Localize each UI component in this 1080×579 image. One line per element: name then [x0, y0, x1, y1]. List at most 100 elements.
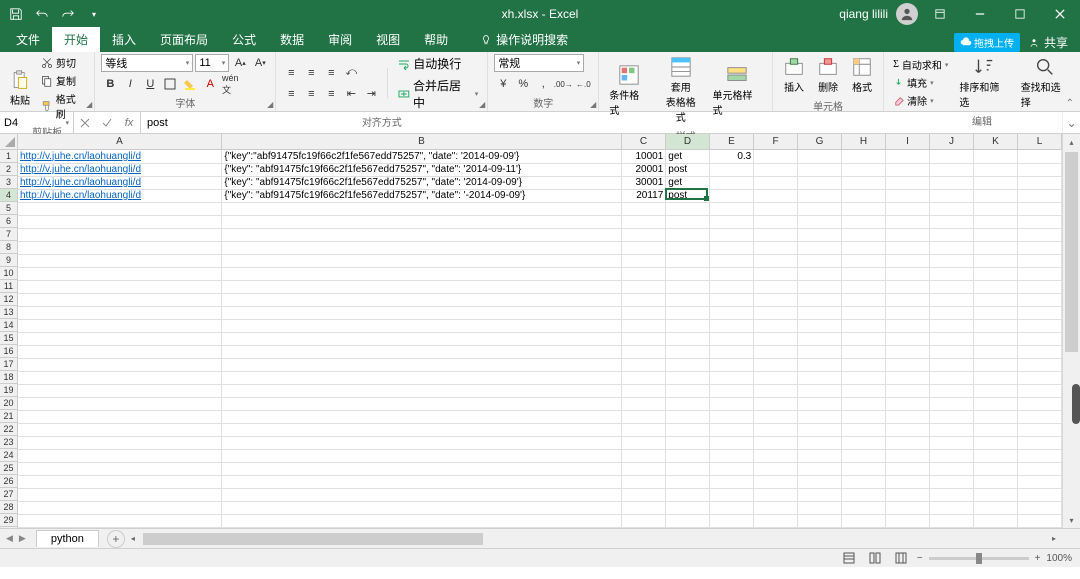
cell-L27[interactable]	[1017, 488, 1061, 501]
cell-I7[interactable]	[886, 228, 930, 241]
cell-K3[interactable]	[974, 176, 1018, 189]
cell-G27[interactable]	[798, 488, 842, 501]
cell-E8[interactable]	[710, 241, 754, 254]
cell-C11[interactable]	[622, 280, 666, 293]
cell-C27[interactable]	[622, 488, 666, 501]
orientation-icon[interactable]: ⤺	[342, 64, 360, 82]
cell-H2[interactable]	[842, 163, 886, 176]
maximize-icon[interactable]	[1002, 0, 1038, 28]
cell-B11[interactable]	[222, 280, 622, 293]
cell-D19[interactable]	[666, 384, 710, 397]
cell-G9[interactable]	[798, 254, 842, 267]
cell-A7[interactable]	[18, 228, 222, 241]
cell-H27[interactable]	[842, 488, 886, 501]
increase-indent-icon[interactable]: ⇥	[362, 85, 380, 103]
cell-J16[interactable]	[930, 345, 974, 358]
row-header-3[interactable]: 3	[0, 176, 17, 189]
cell-H22[interactable]	[842, 423, 886, 436]
cell-A28[interactable]	[18, 501, 222, 514]
cell-F26[interactable]	[754, 475, 798, 488]
page-break-view-icon[interactable]	[891, 550, 911, 566]
cell-H9[interactable]	[842, 254, 886, 267]
cell-H5[interactable]	[842, 202, 886, 215]
cell-C8[interactable]	[622, 241, 666, 254]
close-icon[interactable]	[1042, 0, 1078, 28]
decrease-decimal-icon[interactable]: ←.0	[574, 75, 592, 93]
cell-G5[interactable]	[798, 202, 842, 215]
col-header-J[interactable]: J	[930, 134, 974, 149]
cell-L15[interactable]	[1017, 332, 1061, 345]
cell-A10[interactable]	[18, 267, 222, 280]
cell-G28[interactable]	[798, 501, 842, 514]
cell-D21[interactable]	[666, 410, 710, 423]
cell-I28[interactable]	[886, 501, 930, 514]
cell-L13[interactable]	[1017, 306, 1061, 319]
cell-I1[interactable]	[886, 150, 930, 163]
cell-C22[interactable]	[622, 423, 666, 436]
cell-C21[interactable]	[622, 410, 666, 423]
cell-G24[interactable]	[798, 449, 842, 462]
cell-B13[interactable]	[222, 306, 622, 319]
percent-icon[interactable]: %	[514, 75, 532, 93]
cell-E27[interactable]	[710, 488, 754, 501]
cell-C24[interactable]	[622, 449, 666, 462]
col-header-B[interactable]: B	[222, 134, 622, 149]
cell-F6[interactable]	[754, 215, 798, 228]
cell-C17[interactable]	[622, 358, 666, 371]
cell-D2[interactable]: post	[666, 163, 710, 176]
cell-A6[interactable]	[18, 215, 222, 228]
cell-K22[interactable]	[974, 423, 1018, 436]
cell-A18[interactable]	[18, 371, 222, 384]
row-header-4[interactable]: 4	[0, 189, 17, 202]
cell-I21[interactable]	[886, 410, 930, 423]
cell-D1[interactable]: get	[666, 150, 710, 163]
format-as-table-button[interactable]: 套用 表格格式	[657, 54, 705, 126]
cell-C14[interactable]	[622, 319, 666, 332]
cell-J9[interactable]	[930, 254, 974, 267]
cell-G10[interactable]	[798, 267, 842, 280]
cell-C18[interactable]	[622, 371, 666, 384]
upload-badge[interactable]: 拖拽上传	[954, 33, 1020, 52]
cell-E6[interactable]	[710, 215, 754, 228]
cell-G1[interactable]	[798, 150, 842, 163]
zoom-out-icon[interactable]: −	[917, 553, 923, 564]
select-all-corner[interactable]	[0, 134, 18, 150]
cell-K28[interactable]	[974, 501, 1018, 514]
tab-review[interactable]: 审阅	[316, 27, 364, 52]
row-header-15[interactable]: 15	[0, 332, 17, 345]
cell-J25[interactable]	[930, 462, 974, 475]
vscroll-thumb[interactable]	[1065, 152, 1078, 352]
cell-E28[interactable]	[710, 501, 754, 514]
cell-G13[interactable]	[798, 306, 842, 319]
tab-home[interactable]: 开始	[52, 27, 100, 52]
cell-B2[interactable]: {"key": "abf91475fc19f66c2f1fe567edd7525…	[222, 163, 622, 176]
underline-button[interactable]: U	[141, 75, 159, 93]
tab-page-layout[interactable]: 页面布局	[148, 27, 220, 52]
cell-C23[interactable]	[622, 436, 666, 449]
bold-button[interactable]: B	[101, 75, 119, 93]
cell-A1[interactable]: http://v.juhe.cn/laohuangli/d	[18, 150, 222, 163]
cell-K9[interactable]	[974, 254, 1018, 267]
cell-H18[interactable]	[842, 371, 886, 384]
scroll-up-icon[interactable]: ▴	[1063, 134, 1080, 150]
sheet-nav[interactable]: ◀▶	[0, 533, 32, 544]
page-layout-view-icon[interactable]	[865, 550, 885, 566]
cell-F27[interactable]	[754, 488, 798, 501]
format-painter-button[interactable]: 格式刷	[38, 90, 88, 122]
cell-F24[interactable]	[754, 449, 798, 462]
cell-H23[interactable]	[842, 436, 886, 449]
cell-K21[interactable]	[974, 410, 1018, 423]
cell-H8[interactable]	[842, 241, 886, 254]
cell-D14[interactable]	[666, 319, 710, 332]
cell-D24[interactable]	[666, 449, 710, 462]
cell-E7[interactable]	[710, 228, 754, 241]
row-header-29[interactable]: 29	[0, 514, 17, 527]
cell-A15[interactable]	[18, 332, 222, 345]
zoom-in-icon[interactable]: +	[1035, 553, 1041, 564]
zoom-slider[interactable]	[929, 557, 1029, 560]
cell-F29[interactable]	[754, 514, 798, 527]
cell-F12[interactable]	[754, 293, 798, 306]
cell-F20[interactable]	[754, 397, 798, 410]
cell-C19[interactable]	[622, 384, 666, 397]
cell-E9[interactable]	[710, 254, 754, 267]
